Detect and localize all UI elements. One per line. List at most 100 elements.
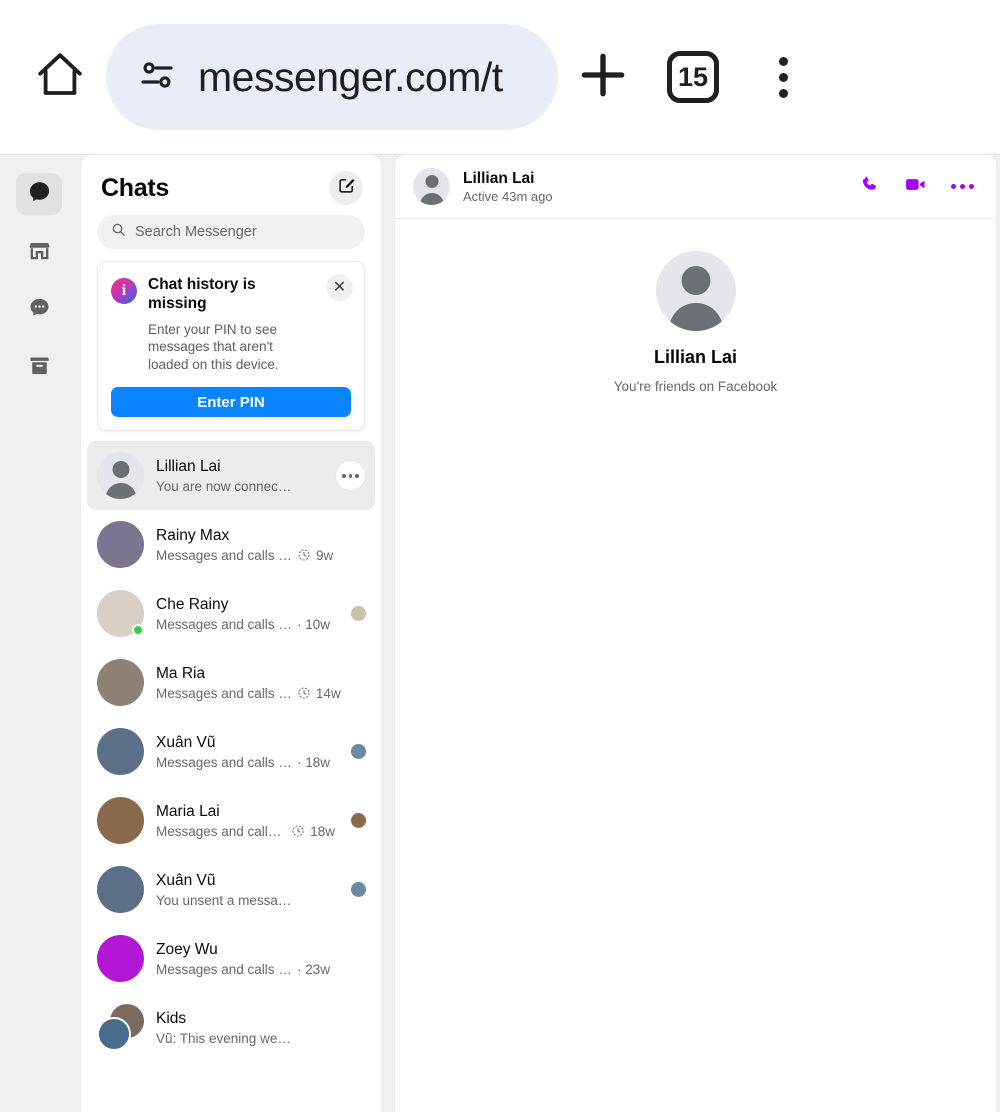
avatar	[97, 866, 144, 914]
messenger-app: Chats Search Messenger ✕ i Chat history …	[0, 155, 1000, 1112]
avatar[interactable]	[413, 168, 450, 205]
chat-list-item[interactable]: Ma Ria Messages and calls … 14w	[87, 648, 375, 717]
close-icon: ✕	[332, 278, 347, 296]
search-container: Search Messenger	[81, 215, 381, 261]
video-call-button[interactable]	[904, 173, 927, 201]
chat-list-item[interactable]: Xuân Vũ Messages and calls are… · 18w	[87, 717, 375, 786]
sidebar-item-message-requests[interactable]	[16, 289, 62, 331]
new-tab-button[interactable]	[558, 47, 648, 108]
home-icon	[33, 48, 87, 107]
chat-more-options-button[interactable]	[335, 460, 366, 492]
avatar	[97, 728, 144, 776]
kebab-menu-icon	[778, 56, 788, 98]
read-receipt-avatar	[351, 744, 366, 760]
avatar	[655, 251, 736, 331]
sidebar-item-marketplace[interactable]	[16, 231, 62, 273]
intro-relationship: You're friends on Facebook	[613, 379, 778, 394]
chat-snippet: Messages and calls are…	[156, 616, 292, 632]
chat-timestamp: · 18w	[297, 754, 331, 770]
compose-pencil-icon	[338, 177, 355, 199]
chat-name: Xuân Vũ	[156, 871, 216, 889]
chat-list-item[interactable]: Rainy Max Messages and calls a… 9w	[87, 510, 375, 579]
browser-menu-button[interactable]	[738, 56, 828, 98]
page-info-icon[interactable]	[136, 54, 178, 101]
disappearing-messages-icon	[297, 548, 311, 562]
conversation-panel: Lillian Lai Active 43m ago Lillian Lai Y…	[395, 155, 996, 1112]
conversation-status: Active 43m ago	[463, 188, 553, 204]
chat-list-header: Chats	[81, 155, 381, 215]
voice-call-button[interactable]	[860, 174, 880, 199]
chat-bubble-icon	[28, 180, 51, 208]
chat-snippet: Messages and calls …	[156, 685, 292, 701]
chat-history-missing-card: ✕ i Chat history is missing Enter your P…	[97, 261, 365, 432]
read-receipt-avatar	[351, 882, 366, 898]
browser-toolbar: messenger.com/t 15	[0, 0, 1000, 155]
chat-list-item[interactable]: Che Rainy Messages and calls are… · 10w	[87, 579, 375, 648]
search-icon	[111, 222, 126, 242]
chat-snippet: Messages and calls …	[156, 823, 287, 839]
close-button[interactable]: ✕	[326, 274, 353, 301]
avatar	[97, 590, 144, 638]
chat-snippet: You are now connected …	[156, 478, 292, 494]
chat-snippet: You unsent a message · 20w	[156, 892, 292, 908]
avatar	[97, 452, 144, 500]
intro-name: Lillian Lai	[653, 347, 737, 367]
online-status-dot	[132, 624, 144, 637]
conversation-title[interactable]: Lillian Lai	[463, 170, 847, 188]
search-placeholder: Search Messenger	[135, 224, 257, 240]
read-receipt-avatar	[351, 813, 366, 829]
chat-list-item[interactable]: Kids Vũ: This evening we wil… ·50w	[87, 993, 375, 1062]
left-nav-rail	[0, 155, 78, 1112]
conversation-intro: Lillian Lai You're friends on Facebook	[395, 219, 996, 1112]
video-camera-icon	[904, 173, 927, 201]
avatar	[97, 1004, 144, 1052]
chat-name: Rainy Max	[156, 526, 230, 544]
chat-list-item[interactable]: Xuân Vũ You unsent a message · 20w	[87, 855, 375, 924]
phone-call-icon	[860, 174, 880, 199]
address-bar[interactable]: messenger.com/t	[106, 24, 558, 130]
chat-timestamp: · 23w	[297, 961, 331, 977]
chat-name: Ma Ria	[156, 664, 206, 682]
page-title: Chats	[101, 173, 169, 202]
sidebar-item-chats[interactable]	[16, 173, 62, 215]
enter-pin-button[interactable]: Enter PIN	[111, 387, 351, 418]
avatar	[97, 797, 144, 845]
chat-name: Xuân Vũ	[156, 733, 216, 751]
pin-card-container: ✕ i Chat history is missing Enter your P…	[81, 261, 381, 441]
chat-name: Maria Lai	[156, 802, 220, 820]
chat-timestamp: 9w	[316, 547, 334, 563]
chat-name: Zoey Wu	[156, 940, 218, 958]
chat-snippet: Messages and calls are…	[156, 961, 292, 977]
avatar	[97, 935, 144, 983]
search-input[interactable]: Search Messenger	[97, 215, 365, 249]
address-bar-url: messenger.com/t	[198, 53, 503, 100]
read-receipt-avatar	[351, 606, 366, 622]
tab-switcher-button[interactable]: 15	[648, 51, 738, 103]
chat-list[interactable]: Lillian Lai You are now connected … Rainy …	[81, 441, 381, 1112]
home-button[interactable]	[22, 48, 98, 107]
chat-name: Lillian Lai	[156, 457, 221, 475]
store-icon	[28, 238, 51, 266]
card-description: Enter your PIN to see messages that aren…	[148, 321, 279, 372]
new-message-button[interactable]	[329, 171, 363, 205]
chat-dots-icon	[28, 296, 51, 324]
chat-list-item[interactable]: Maria Lai Messages and calls … 18w	[87, 786, 375, 855]
chat-snippet: Messages and calls are…	[156, 754, 292, 770]
chat-list-item[interactable]: Zoey Wu Messages and calls are… · 23w	[87, 924, 375, 993]
conversation-more-options-button[interactable]	[951, 184, 974, 189]
tab-count: 15	[667, 51, 719, 103]
card-title: Chat history is missing	[148, 276, 256, 312]
sidebar-item-archive[interactable]	[16, 347, 62, 389]
avatar	[97, 521, 144, 569]
chat-timestamp: 14w	[315, 685, 341, 701]
conversation-header: Lillian Lai Active 43m ago	[395, 155, 996, 219]
chat-timestamp: · 10w	[297, 616, 331, 632]
disappearing-messages-icon	[297, 686, 311, 700]
archive-box-icon	[28, 354, 51, 382]
panel-divider	[381, 155, 395, 1112]
chat-name: Kids	[156, 1009, 187, 1027]
disappearing-messages-icon	[291, 824, 305, 838]
chat-list-item[interactable]: Lillian Lai You are now connected …	[87, 441, 375, 511]
chat-snippet: Messages and calls a…	[156, 547, 292, 563]
chat-list-panel: Chats Search Messenger ✕ i Chat history …	[81, 155, 381, 1112]
